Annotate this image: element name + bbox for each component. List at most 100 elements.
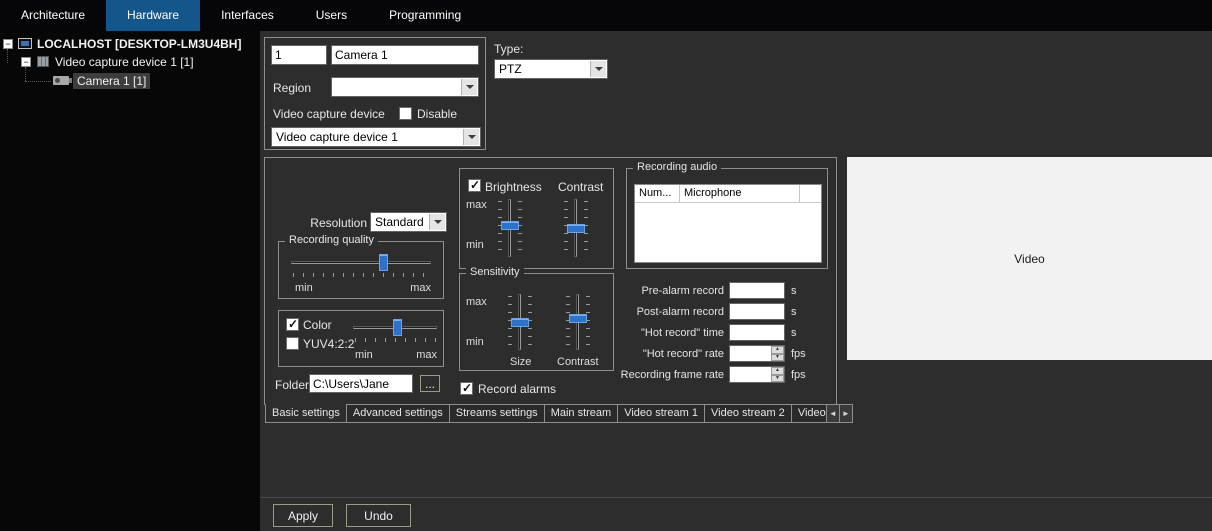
hot-record-time-label: "Hot record" time bbox=[599, 327, 724, 339]
chevron-down-icon[interactable] bbox=[461, 79, 477, 95]
min-label: min bbox=[355, 349, 373, 361]
type-select[interactable]: PTZ bbox=[494, 59, 608, 79]
brightness-slider[interactable] bbox=[498, 199, 522, 257]
hot-record-rate-unit: fps bbox=[791, 348, 806, 360]
color-slider[interactable] bbox=[353, 319, 437, 343]
apply-button-label: Apply bbox=[288, 509, 318, 523]
main-menu-bar: Architecture Hardware Interfaces Users P… bbox=[0, 0, 1212, 31]
tab-programming[interactable]: Programming bbox=[368, 0, 482, 31]
region-select[interactable] bbox=[331, 77, 479, 97]
audio-col-num[interactable]: Num... bbox=[635, 185, 680, 202]
max-label: max bbox=[466, 199, 487, 211]
tree-row-capture-device[interactable]: − Video capture device 1 [1] bbox=[0, 55, 260, 71]
browse-button-label: ... bbox=[425, 377, 435, 391]
recording-quality-title: Recording quality bbox=[285, 234, 378, 246]
sensitivity-contrast-slider[interactable] bbox=[566, 294, 590, 350]
slider-handle[interactable] bbox=[511, 318, 529, 327]
recording-audio-group: Recording audio Num... Microphone bbox=[626, 168, 828, 269]
max-label: max bbox=[416, 349, 437, 361]
brightness-checkbox[interactable]: ✓ bbox=[468, 179, 481, 192]
tab-hardware[interactable]: Hardware bbox=[106, 0, 200, 31]
hot-record-rate-field[interactable]: ▲ ▼ bbox=[729, 345, 785, 362]
capture-device-icon bbox=[37, 56, 49, 67]
tab-scroll-right-icon: ► bbox=[842, 410, 850, 418]
disable-label: Disable bbox=[417, 107, 457, 121]
camera-icon bbox=[53, 76, 69, 85]
slider-handle[interactable] bbox=[567, 224, 585, 233]
browse-button[interactable]: ... bbox=[420, 375, 440, 392]
capture-device-select[interactable]: Video capture device 1 bbox=[271, 127, 481, 147]
camera-name-input[interactable] bbox=[331, 45, 479, 65]
recording-quality-slider[interactable] bbox=[291, 254, 431, 278]
yuv-checkbox[interactable]: ✓ bbox=[286, 337, 299, 350]
recording-frame-rate-unit: fps bbox=[791, 369, 806, 381]
tree-item-localhost[interactable]: LOCALHOST [DESKTOP-LM3U4BH] bbox=[37, 37, 241, 51]
undo-button-label: Undo bbox=[364, 509, 393, 523]
spinner-up-icon[interactable]: ▲ bbox=[771, 346, 784, 354]
slider-handle[interactable] bbox=[501, 221, 519, 230]
chevron-down-icon[interactable] bbox=[590, 61, 606, 77]
disable-checkbox[interactable]: ✓ bbox=[399, 107, 412, 120]
tree-row-camera[interactable]: Camera 1 [1] bbox=[0, 73, 260, 89]
spinner: ▲ ▼ bbox=[771, 367, 784, 382]
sensitivity-group: Sensitivity max min Size Contrast bbox=[459, 273, 614, 371]
sensitivity-size-slider[interactable] bbox=[508, 294, 532, 350]
slider-handle[interactable] bbox=[393, 319, 402, 336]
chevron-down-icon[interactable] bbox=[463, 129, 479, 145]
spinner-up-icon[interactable]: ▲ bbox=[771, 367, 784, 375]
pre-alarm-record-input[interactable] bbox=[729, 282, 785, 299]
slider-ticks bbox=[293, 273, 431, 277]
video-preview-label: Video bbox=[1014, 252, 1044, 266]
camera-id-input[interactable] bbox=[271, 45, 327, 65]
audio-table-header: Num... Microphone bbox=[635, 185, 821, 203]
tree-item-camera[interactable]: Camera 1 [1] bbox=[73, 73, 150, 89]
slider-ticks bbox=[566, 296, 570, 350]
hot-record-time-unit: s bbox=[791, 327, 797, 339]
undo-button[interactable]: Undo bbox=[346, 504, 411, 527]
tab-scroll-right-button[interactable]: ► bbox=[839, 404, 853, 423]
tab-scroll-left-button[interactable]: ◄ bbox=[826, 404, 840, 423]
recording-frame-rate-field[interactable]: ▲ ▼ bbox=[729, 366, 785, 383]
footer-divider bbox=[260, 497, 1212, 498]
folder-input[interactable] bbox=[309, 374, 413, 393]
device-tree-panel: − LOCALHOST [DESKTOP-LM3U4BH] − Video ca… bbox=[0, 31, 260, 531]
tab-video-stream-1[interactable]: Video stream 1 bbox=[617, 404, 705, 423]
spinner-down-icon[interactable]: ▼ bbox=[771, 354, 784, 362]
tab-architecture[interactable]: Architecture bbox=[0, 0, 106, 31]
tab-video-clipped[interactable]: Video bbox=[791, 404, 827, 423]
contrast-label: Contrast bbox=[558, 180, 603, 194]
apply-button[interactable]: Apply bbox=[273, 504, 333, 527]
slider-handle[interactable] bbox=[379, 254, 388, 271]
pre-alarm-record-unit: s bbox=[791, 285, 797, 297]
tab-streams-settings[interactable]: Streams settings bbox=[449, 404, 545, 423]
tree-collapse-icon[interactable]: − bbox=[21, 57, 31, 67]
color-checkbox[interactable]: ✓ bbox=[286, 318, 299, 331]
spinner: ▲ ▼ bbox=[771, 346, 784, 361]
resolution-select[interactable]: Standard bbox=[370, 212, 447, 232]
audio-col-microphone[interactable]: Microphone bbox=[680, 185, 800, 202]
slider-handle[interactable] bbox=[569, 314, 587, 323]
tab-users[interactable]: Users bbox=[295, 0, 368, 31]
tree-collapse-icon[interactable]: − bbox=[3, 39, 13, 49]
check-icon: ✓ bbox=[462, 381, 472, 395]
tree-row-localhost[interactable]: − LOCALHOST [DESKTOP-LM3U4BH] bbox=[0, 37, 260, 53]
folder-label: Folder bbox=[275, 378, 309, 392]
spinner-down-icon[interactable]: ▼ bbox=[771, 375, 784, 383]
recording-audio-table[interactable]: Num... Microphone bbox=[634, 184, 822, 263]
max-label: max bbox=[466, 296, 487, 308]
tab-main-stream[interactable]: Main stream bbox=[544, 404, 619, 423]
tab-advanced-settings[interactable]: Advanced settings bbox=[346, 404, 450, 423]
hot-record-time-input[interactable] bbox=[729, 324, 785, 341]
min-label: min bbox=[295, 282, 313, 294]
contrast-slider[interactable] bbox=[564, 199, 588, 257]
post-alarm-record-input[interactable] bbox=[729, 303, 785, 320]
hot-record-rate-label: "Hot record" rate bbox=[599, 348, 724, 360]
chevron-down-icon[interactable] bbox=[429, 214, 445, 230]
tab-video-stream-2[interactable]: Video stream 2 bbox=[704, 404, 792, 423]
tree-item-capture-device[interactable]: Video capture device 1 [1] bbox=[55, 55, 194, 69]
record-alarms-checkbox[interactable]: ✓ bbox=[460, 382, 473, 395]
video-preview-panel[interactable]: Video bbox=[847, 157, 1212, 360]
tab-basic-settings[interactable]: Basic settings bbox=[265, 404, 347, 423]
tab-interfaces[interactable]: Interfaces bbox=[200, 0, 295, 31]
recording-audio-title: Recording audio bbox=[633, 161, 721, 173]
